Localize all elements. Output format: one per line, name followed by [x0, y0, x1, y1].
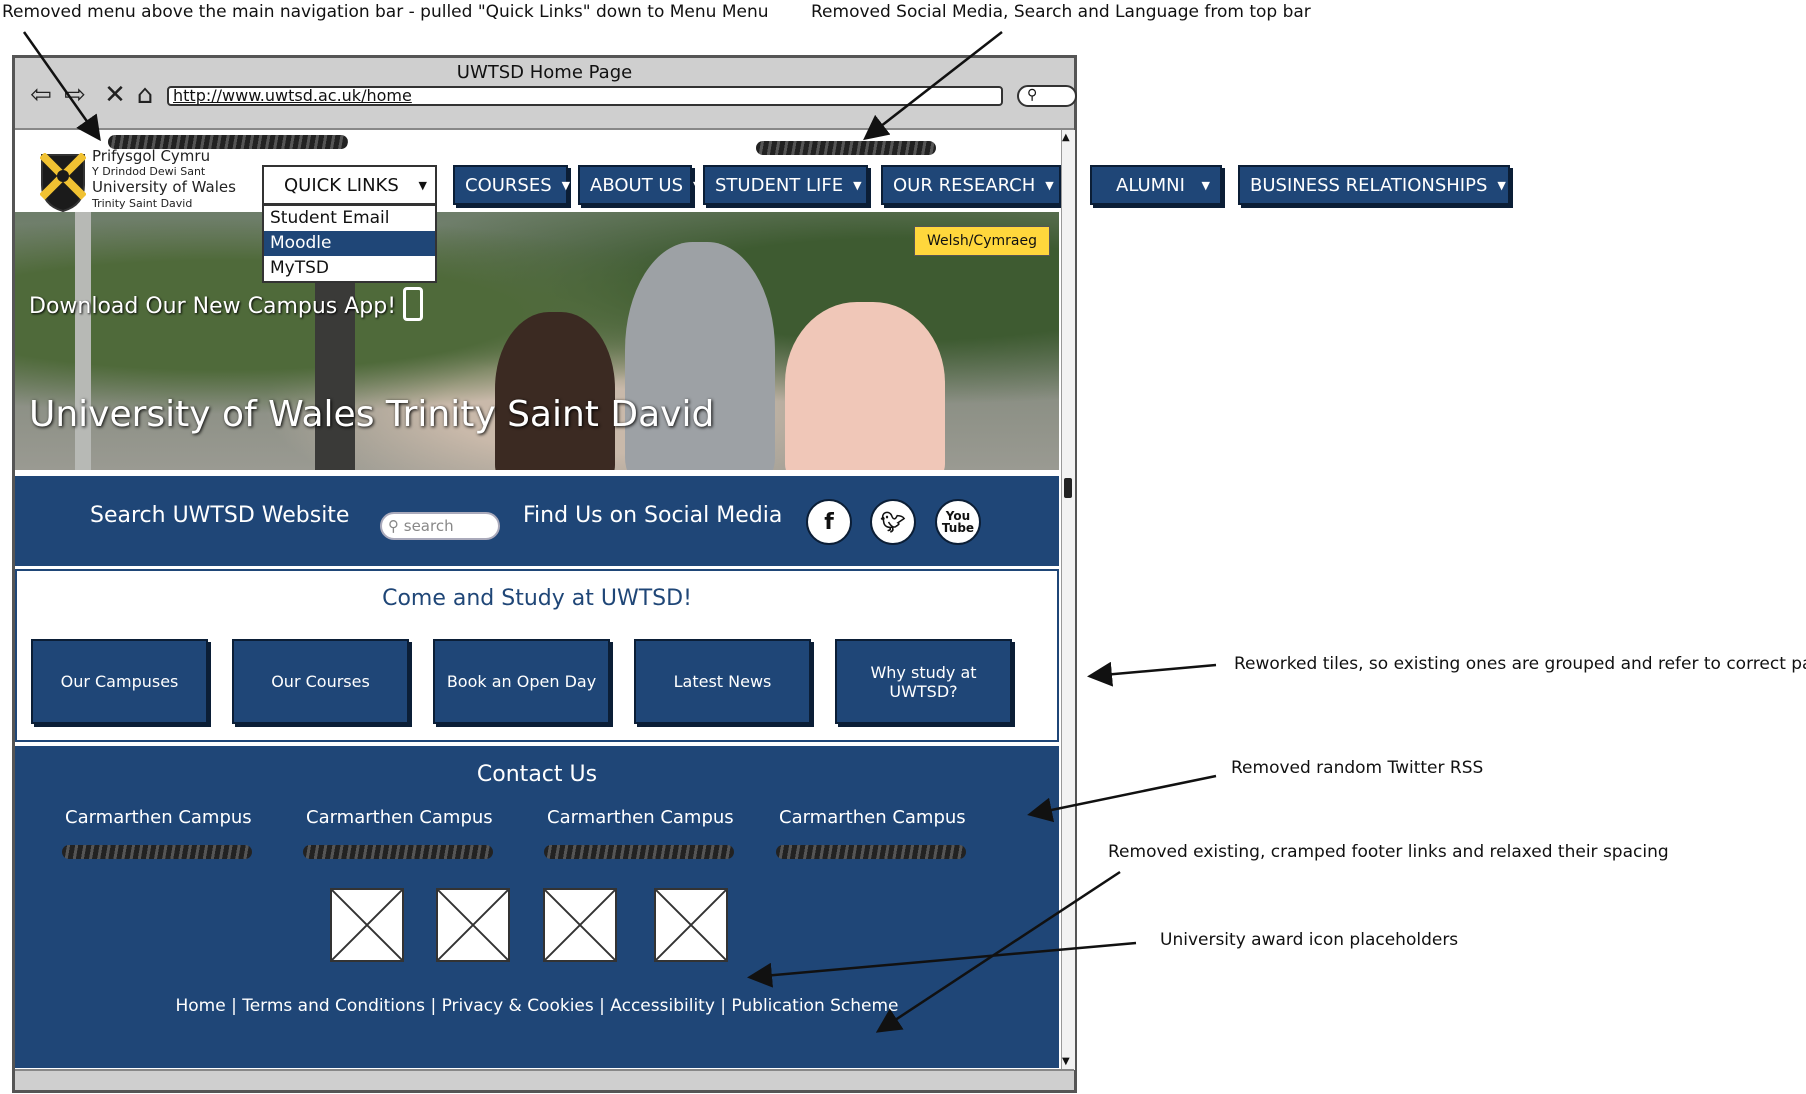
award-image-placeholder — [436, 888, 510, 962]
campus-name: Carmarthen Campus — [547, 807, 734, 828]
home-icon[interactable]: ⌂ — [129, 80, 161, 110]
browser-search-field[interactable]: ⚲ — [1017, 85, 1077, 107]
nav-courses[interactable]: COURSES ▼ — [453, 165, 571, 205]
scroll-down-icon[interactable]: ▼ — [1062, 1056, 1070, 1067]
campus-name: Carmarthen Campus — [779, 807, 966, 828]
tile-our-campuses[interactable]: Our Campuses — [31, 639, 208, 724]
status-bar — [15, 1069, 1074, 1090]
campus-app-promo[interactable]: Download Our New Campus App! — [29, 294, 396, 319]
forward-arrow-icon[interactable]: ⇨ — [59, 80, 91, 110]
contact-section — [15, 746, 1059, 1068]
logo-subtext-english: Trinity Saint David — [92, 197, 193, 210]
campus-address-scribble — [544, 845, 734, 859]
quick-links-label: QUICK LINKS — [284, 174, 399, 196]
chevron-down-icon: ▼ — [853, 178, 862, 192]
social-media-label: Find Us on Social Media — [523, 503, 783, 528]
quick-link-item[interactable]: Moodle — [264, 231, 435, 256]
annotation-footer: Removed existing, cramped footer links a… — [1108, 842, 1669, 862]
search-placeholder: search — [403, 517, 454, 535]
twitter-icon[interactable]: 🐦︎ — [870, 499, 916, 545]
youtube-icon[interactable]: You Tube — [935, 499, 981, 545]
chevron-down-icon: ▼ — [561, 178, 571, 192]
nav-label: COURSES — [465, 174, 552, 196]
nav-business-relationships[interactable]: BUSINESS RELATIONSHIPS ▼ — [1238, 165, 1510, 205]
award-image-placeholder — [543, 888, 617, 962]
annotation-awards: University award icon placeholders — [1160, 930, 1459, 950]
scrollbar-thumb[interactable] — [1064, 478, 1072, 498]
tile-our-courses[interactable]: Our Courses — [232, 639, 409, 724]
student-figure — [625, 242, 775, 470]
hero-title: University of Wales Trinity Saint David — [29, 394, 715, 435]
stop-icon[interactable]: ✕ — [99, 80, 131, 110]
browser-window: UWTSD Home Page ⇦ ⇨ ✕ ⌂ http://www.uwtsd… — [12, 55, 1077, 1093]
nav-student-life[interactable]: STUDENT LIFE ▼ — [703, 165, 868, 205]
scroll-up-icon[interactable]: ▲ — [1062, 132, 1070, 143]
nav-about-us[interactable]: ABOUT US ▼ — [578, 165, 701, 205]
tile-latest-news[interactable]: Latest News — [634, 639, 811, 724]
chevron-down-icon: ▼ — [693, 178, 702, 192]
quick-link-item[interactable]: Student Email — [264, 206, 435, 231]
contact-title: Contact Us — [476, 762, 598, 787]
annotation-twitter: Removed random Twitter RSS — [1231, 758, 1484, 778]
search-icon: ⚲ — [1027, 87, 1038, 103]
chevron-down-icon: ▼ — [418, 178, 427, 192]
chevron-down-icon: ▼ — [1201, 178, 1210, 192]
footer-links[interactable]: Home | Terms and Conditions | Privacy & … — [15, 996, 1059, 1016]
award-image-placeholder — [330, 888, 404, 962]
nav-label: STUDENT LIFE — [715, 174, 844, 196]
study-section-title: Come and Study at UWTSD! — [382, 586, 692, 611]
quick-link-item[interactable]: MyTSD — [264, 256, 435, 281]
language-toggle-button[interactable]: Welsh/Cymraeg — [914, 226, 1050, 256]
address-bar[interactable]: http://www.uwtsd.ac.uk/home — [167, 86, 1003, 106]
facebook-icon[interactable]: f — [806, 499, 852, 545]
quick-links-menu: Student Email Moodle MyTSD — [262, 204, 437, 283]
annotation-top-left: Removed menu above the main navigation b… — [2, 2, 769, 22]
logo-subtext-welsh: Y Drindod Dewi Sant — [92, 165, 206, 178]
student-figure — [785, 302, 945, 470]
arrow — [1087, 661, 1217, 687]
nav-alumni[interactable]: ALUMNI ▼ — [1090, 165, 1222, 205]
browser-toolbar: UWTSD Home Page ⇦ ⇨ ✕ ⌂ http://www.uwtsd… — [15, 58, 1077, 130]
phone-icon — [403, 287, 423, 321]
annotation-top-right: Removed Social Media, Search and Languag… — [811, 2, 1311, 22]
award-image-placeholder — [654, 888, 728, 962]
nav-label: BUSINESS RELATIONSHIPS — [1250, 174, 1488, 196]
campus-address-scribble — [776, 845, 966, 859]
window-title: UWTSD Home Page — [456, 62, 633, 83]
logo-text-welsh: Prifysgol Cymru — [92, 147, 211, 165]
removed-topbar-scribble — [756, 141, 936, 155]
vertical-scrollbar[interactable] — [1061, 130, 1075, 1070]
campus-address-scribble — [62, 845, 252, 859]
site-search-input[interactable]: ⚲ search — [380, 512, 500, 540]
signpost — [315, 252, 355, 470]
student-figure — [495, 312, 615, 470]
chevron-down-icon: ▼ — [1497, 178, 1506, 192]
nav-label: OUR RESEARCH — [893, 174, 1036, 196]
campus-address-scribble — [303, 845, 493, 859]
nav-our-research[interactable]: OUR RESEARCH ▼ — [881, 165, 1061, 205]
nav-label: ALUMNI — [1116, 174, 1185, 196]
quick-links-dropdown[interactable]: QUICK LINKS ▼ — [262, 165, 437, 205]
university-crest-icon — [40, 153, 86, 213]
back-arrow-icon[interactable]: ⇦ — [25, 80, 57, 110]
annotation-tiles: Reworked tiles, so existing ones are gro… — [1234, 654, 1806, 674]
search-site-label: Search UWTSD Website — [90, 503, 350, 528]
logo-text-english: University of Wales — [92, 178, 236, 196]
nav-label: ABOUT US — [590, 174, 684, 196]
campus-name: Carmarthen Campus — [306, 807, 493, 828]
tile-book-open-day[interactable]: Book an Open Day — [433, 639, 610, 724]
campus-name: Carmarthen Campus — [65, 807, 252, 828]
tile-why-study[interactable]: Why study at UWTSD? — [835, 639, 1012, 724]
chevron-down-icon: ▼ — [1045, 178, 1054, 192]
